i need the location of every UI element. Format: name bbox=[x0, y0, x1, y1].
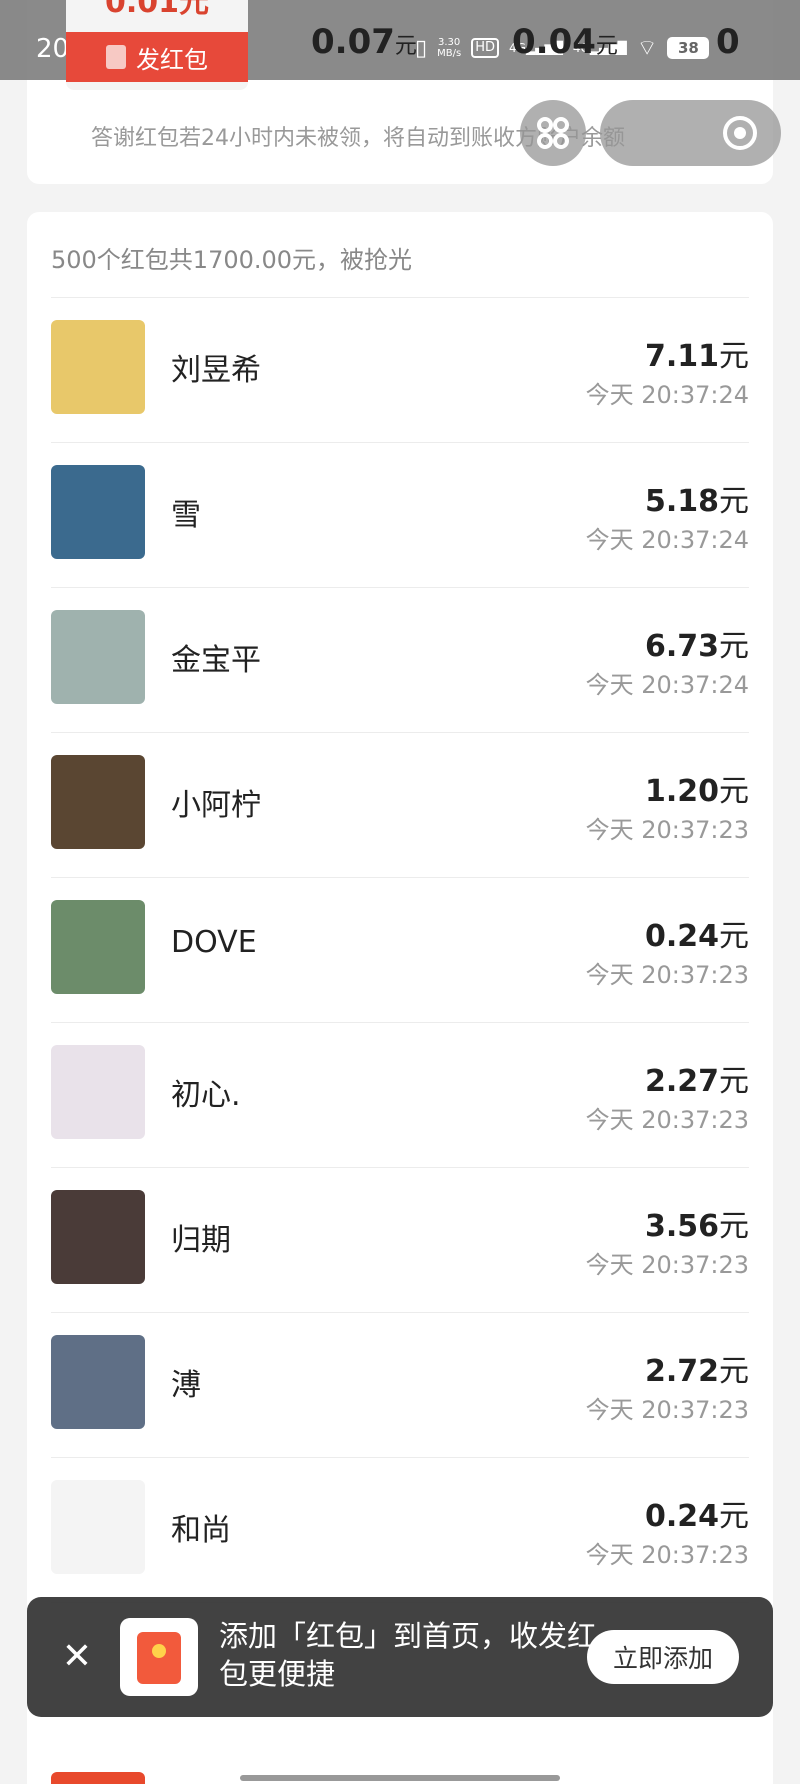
stat-2: 0.04元 bbox=[512, 22, 618, 62]
avatar[interactable] bbox=[51, 755, 145, 849]
record-name: DOVE bbox=[171, 925, 257, 960]
record-amount-value: 5.18 bbox=[644, 484, 719, 519]
close-icon[interactable]: ✕ bbox=[57, 1637, 97, 1677]
record-amount-value: 2.27 bbox=[644, 1064, 719, 1099]
list-item[interactable]: 金宝平 6.73元今天 20:37:24 bbox=[51, 587, 749, 732]
record-amount: 6.73元 bbox=[645, 621, 749, 665]
record-amount-unit: 元 bbox=[719, 919, 749, 954]
avatar bbox=[51, 1772, 145, 1784]
record-time: 今天 20:37:23 bbox=[585, 1541, 749, 1569]
net-speed: 3.30 MB/s bbox=[437, 37, 461, 59]
avatar[interactable] bbox=[51, 465, 145, 559]
stat-3-value: 0 bbox=[716, 22, 740, 62]
record-name: 刘昱希 bbox=[171, 353, 261, 388]
target-icon bbox=[723, 116, 757, 150]
record-amount: 0.24元 bbox=[645, 911, 749, 955]
record-amount-unit: 元 bbox=[719, 774, 749, 809]
list-item[interactable]: DOVE 0.24元今天 20:37:23 bbox=[51, 877, 749, 1022]
record-amount-value: 3.56 bbox=[644, 1209, 719, 1244]
record-amount-unit: 元 bbox=[719, 1354, 749, 1389]
avatar[interactable] bbox=[51, 900, 145, 994]
red-packet-icon bbox=[106, 45, 126, 69]
avatar[interactable] bbox=[51, 1335, 145, 1429]
record-amount: 5.18元 bbox=[645, 476, 749, 520]
stat-1-value: 0.07 bbox=[311, 22, 395, 62]
stat-1: 0.07元 bbox=[311, 22, 417, 62]
record-name: 归期 bbox=[171, 1223, 231, 1258]
avatar[interactable] bbox=[51, 1045, 145, 1139]
record-name: 雪 bbox=[171, 498, 201, 533]
record-amount-value: 1.20 bbox=[644, 774, 719, 809]
more-options-button[interactable] bbox=[520, 100, 586, 166]
record-time: 今天 20:37:24 bbox=[585, 671, 749, 699]
record-amount: 7.11元 bbox=[645, 331, 749, 375]
record-time: 今天 20:37:24 bbox=[585, 381, 749, 409]
home-indicator[interactable] bbox=[240, 1775, 560, 1781]
record-name: 金宝平 bbox=[171, 643, 261, 678]
stat-2-unit: 元 bbox=[595, 34, 618, 59]
avatar[interactable] bbox=[51, 1480, 145, 1574]
envelope-icon bbox=[137, 1632, 181, 1684]
records-summary: 500个红包共1700.00元，被抢光 bbox=[51, 246, 413, 274]
avatar[interactable] bbox=[51, 320, 145, 414]
add-now-button[interactable]: 立即添加 bbox=[587, 1630, 739, 1684]
stat-3: 0 bbox=[716, 22, 740, 62]
record-time: 今天 20:37:24 bbox=[585, 526, 749, 554]
dots-icon bbox=[537, 117, 569, 149]
record-amount-value: 7.11 bbox=[644, 339, 719, 374]
red-packet-app-icon bbox=[120, 1618, 198, 1696]
record-amount-value: 2.72 bbox=[644, 1354, 719, 1389]
list-item[interactable]: 溥 2.72元今天 20:37:23 bbox=[51, 1312, 749, 1457]
record-time: 今天 20:37:23 bbox=[585, 816, 749, 844]
record-name: 小阿柠 bbox=[171, 788, 261, 823]
record-amount: 1.20元 bbox=[645, 766, 749, 810]
record-name: 初心. bbox=[171, 1078, 241, 1113]
stat-1-unit: 元 bbox=[394, 34, 417, 59]
record-amount: 2.27元 bbox=[645, 1056, 749, 1100]
battery-icon: 38 bbox=[667, 37, 710, 59]
record-name: 和尚 bbox=[171, 1513, 231, 1548]
net-speed-unit: MB/s bbox=[437, 48, 462, 59]
list-item[interactable]: 雪 5.18元今天 20:37:24 bbox=[51, 442, 749, 587]
record-time: 今天 20:37:23 bbox=[585, 1396, 749, 1424]
record-amount: 2.72元 bbox=[645, 1346, 749, 1390]
send-red-packet-button[interactable]: 发红包 bbox=[66, 32, 248, 82]
record-time: 今天 20:37:23 bbox=[585, 1106, 749, 1134]
record-amount-unit: 元 bbox=[719, 1499, 749, 1534]
send-red-packet-block: 0.01元 发红包 bbox=[66, 0, 248, 90]
send-amount: 0.01元 bbox=[104, 0, 210, 20]
record-amount-unit: 元 bbox=[719, 1209, 749, 1244]
net-speed-value: 3.30 bbox=[438, 37, 461, 48]
record-amount-unit: 元 bbox=[719, 1064, 749, 1099]
record-amount-value: 6.73 bbox=[644, 629, 719, 664]
record-amount: 3.56元 bbox=[645, 1201, 749, 1245]
list-item[interactable]: 刘昱希 7.11元今天 20:37:24 bbox=[51, 297, 749, 442]
list-item[interactable]: 归期 3.56元今天 20:37:23 bbox=[51, 1167, 749, 1312]
send-button-label: 发红包 bbox=[136, 45, 208, 74]
record-amount: 0.24元 bbox=[645, 1491, 749, 1535]
record-amount-value: 0.24 bbox=[644, 919, 719, 954]
stat-2-value: 0.04 bbox=[512, 22, 596, 62]
hd-icon: HD bbox=[471, 38, 499, 58]
list-item[interactable]: 小阿柠 1.20元今天 20:37:23 bbox=[51, 732, 749, 877]
record-amount-unit: 元 bbox=[719, 339, 749, 374]
avatar[interactable] bbox=[51, 610, 145, 704]
avatar[interactable] bbox=[51, 1190, 145, 1284]
record-name: 溥 bbox=[171, 1368, 201, 1403]
record-amount-value: 0.24 bbox=[644, 1499, 719, 1534]
wifi-icon: ⌔ bbox=[636, 36, 658, 61]
add-to-home-toast: ✕ 添加「红包」到首页，收发红包更便捷 立即添加 bbox=[27, 1597, 773, 1717]
list-item[interactable]: 和尚 0.24元今天 20:37:23 bbox=[51, 1457, 749, 1602]
record-amount-unit: 元 bbox=[719, 484, 749, 519]
close-capsule-button[interactable] bbox=[600, 100, 781, 166]
toast-message: 添加「红包」到首页，收发红包更便捷 bbox=[219, 1619, 597, 1691]
record-time: 今天 20:37:23 bbox=[585, 961, 749, 989]
record-amount-unit: 元 bbox=[719, 629, 749, 664]
list-item[interactable]: 初心. 2.27元今天 20:37:23 bbox=[51, 1022, 749, 1167]
record-time: 今天 20:37:23 bbox=[585, 1251, 749, 1279]
